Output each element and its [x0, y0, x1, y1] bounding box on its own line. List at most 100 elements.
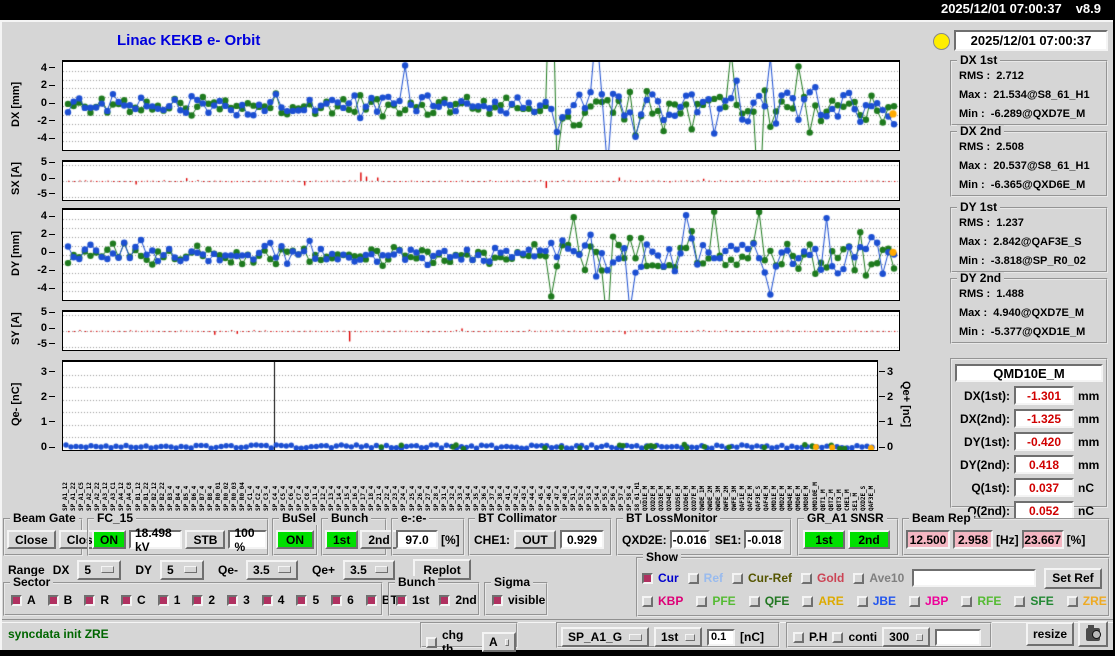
show-toggle-jbp[interactable]: JBP: [909, 594, 948, 608]
sector-toggle-5-checkbox[interactable]: [296, 594, 308, 606]
show-toggle-sfe[interactable]: SFE: [1014, 594, 1054, 608]
show-toggle-ref[interactable]: Ref: [687, 571, 723, 585]
snapshot-button[interactable]: [1078, 621, 1108, 647]
sector-toggle-3[interactable]: 3: [227, 593, 250, 607]
sector-toggle-6[interactable]: 6: [331, 593, 354, 607]
sector-toggle-3-checkbox[interactable]: [227, 594, 239, 606]
sigma-visible-toggle[interactable]: visible: [492, 593, 545, 607]
sector-toggle-b[interactable]: B: [47, 593, 73, 607]
x-axis-label: CHE1_M: [843, 489, 851, 511]
sector-toggle-6-checkbox[interactable]: [331, 594, 343, 606]
x-axis-label: S8_61_H1: [634, 482, 642, 511]
show-toggle-rfe[interactable]: RFE: [961, 594, 1001, 608]
charge-plot[interactable]: [62, 360, 878, 451]
show-toggle-qfe-checkbox[interactable]: [748, 595, 760, 607]
show-toggle-sfe-checkbox[interactable]: [1014, 595, 1026, 607]
sp-select-dropdown[interactable]: SP_A1_G: [561, 627, 649, 647]
set-ref-button[interactable]: Set Ref: [1044, 567, 1102, 589]
show-toggle-jbp-checkbox[interactable]: [909, 595, 921, 607]
show-toggle-pfe[interactable]: PFE: [696, 594, 736, 608]
threshold-input[interactable]: [707, 628, 735, 646]
show-toggle-gold[interactable]: Gold: [801, 571, 844, 585]
sector-toggle-r-checkbox[interactable]: [84, 594, 96, 606]
range-dy-dropdown[interactable]: 5: [160, 559, 205, 580]
sector-toggle-1-checkbox[interactable]: [157, 594, 169, 606]
sector-toggle-4[interactable]: 4: [261, 593, 284, 607]
bunch-view-toggle-2nd[interactable]: 2nd: [439, 593, 477, 607]
show-toggle-zre-checkbox[interactable]: [1066, 595, 1078, 607]
sigma-visible-checkbox[interactable]: [492, 594, 503, 606]
sector-toggle-1[interactable]: 1: [157, 593, 180, 607]
y-tick-label: 3: [29, 366, 55, 379]
show-toggle-ref-checkbox[interactable]: [687, 572, 699, 584]
chg-th-dropdown[interactable]: A: [482, 632, 516, 652]
bunch-view-toggle-1st-checkbox[interactable]: [396, 594, 407, 606]
snsr-2nd-button[interactable]: 2nd: [848, 530, 890, 549]
show-toggle-qfe[interactable]: QFE: [748, 594, 789, 608]
show-toggle-jbe[interactable]: JBE: [856, 594, 896, 608]
sector-toggle-a-checkbox[interactable]: [11, 594, 22, 606]
sector-toggle-4-checkbox[interactable]: [261, 594, 273, 606]
dy-orbit-plot[interactable]: [62, 208, 900, 301]
sector-toggle-2-checkbox[interactable]: [192, 594, 204, 606]
ref-file-input[interactable]: [912, 569, 1037, 587]
chg-th-checkbox[interactable]: [426, 636, 437, 648]
sector-toggle-c-checkbox[interactable]: [121, 594, 133, 606]
show-toggle-kbp-checkbox[interactable]: [642, 595, 653, 607]
se1-label: SE1:: [714, 532, 742, 547]
sector-toggle-bt-checkbox[interactable]: [365, 594, 377, 606]
titlebar-version: v8.9: [1075, 1, 1101, 16]
show-toggle-ave10[interactable]: Ave10: [853, 571, 904, 585]
show-toggle-jbe-checkbox[interactable]: [856, 595, 868, 607]
show-toggle-cur[interactable]: Cur: [642, 571, 679, 585]
che1-out-button[interactable]: OUT: [514, 530, 557, 549]
bunch-view-toggle-1st[interactable]: 1st: [396, 593, 429, 607]
show-toggle-cur-checkbox[interactable]: [642, 572, 653, 584]
range-dx-dropdown[interactable]: 5: [77, 559, 122, 580]
bunch-1st-button[interactable]: 1st: [325, 530, 359, 549]
show-toggle-are-checkbox[interactable]: [802, 595, 814, 607]
range-qep-dropdown[interactable]: 3.5: [343, 559, 396, 580]
x-axis-label: QMD8E_M: [803, 485, 811, 511]
busel-on-button[interactable]: ON: [276, 530, 314, 549]
extra-input[interactable]: [935, 628, 982, 646]
show-toggle-cur-ref-checkbox[interactable]: [732, 572, 744, 584]
fc15-stb-button[interactable]: STB: [185, 530, 226, 549]
sector-toggle-a[interactable]: A: [11, 593, 36, 607]
x-axis-label: QWDE_1M: [698, 485, 706, 511]
bunch-select-dropdown[interactable]: 1st: [654, 627, 702, 647]
interval-dropdown[interactable]: 300: [882, 627, 931, 647]
range-qem-dropdown[interactable]: 3.5: [246, 559, 299, 580]
resize-button[interactable]: resize: [1026, 622, 1074, 646]
show-toggle-ave10-checkbox[interactable]: [853, 572, 865, 584]
conti-checkbox[interactable]: [832, 631, 844, 643]
x-axis-label: SP_46_4: [545, 485, 553, 511]
sector-toggle-c[interactable]: C: [121, 593, 146, 607]
monitor-row: Q(1st): 0.037 nC: [952, 476, 1106, 499]
sector-toggle-b-label: B: [63, 593, 73, 607]
show-toggle-are[interactable]: ARE: [802, 594, 844, 608]
sector-toggle-b-checkbox[interactable]: [47, 594, 59, 606]
beam-gate-close-1-button[interactable]: Close: [7, 530, 56, 549]
ph-checkbox[interactable]: [793, 631, 804, 643]
show-toggle-zre[interactable]: ZRE: [1066, 594, 1107, 608]
sector-toggle-5[interactable]: 5: [296, 593, 319, 607]
monitor-value: -1.325: [1014, 409, 1074, 428]
show-toggle-kbp[interactable]: KBP: [642, 594, 683, 608]
bunch-view-toggle-2nd-checkbox[interactable]: [439, 594, 451, 606]
fc15-kv-value: 18.498 kV: [129, 526, 183, 554]
dx-orbit-plot[interactable]: [62, 60, 900, 151]
stats-dy-1st-title: DY 1st: [957, 201, 1001, 214]
sy-sigma-plot[interactable]: [62, 310, 900, 351]
fc15-on-button[interactable]: ON: [92, 530, 126, 549]
x-axis-label: SP_55_4: [601, 485, 609, 511]
sector-toggle-2[interactable]: 2: [192, 593, 215, 607]
snsr-1st-button[interactable]: 1st: [803, 530, 845, 549]
sector-toggle-r[interactable]: R: [84, 593, 109, 607]
show-toggle-gold-label: Gold: [817, 571, 845, 585]
show-toggle-rfe-checkbox[interactable]: [961, 595, 973, 607]
show-toggle-cur-ref[interactable]: Cur-Ref: [732, 571, 792, 585]
sx-sigma-plot[interactable]: [62, 160, 900, 201]
show-toggle-gold-checkbox[interactable]: [801, 572, 813, 584]
show-toggle-pfe-checkbox[interactable]: [696, 595, 708, 607]
